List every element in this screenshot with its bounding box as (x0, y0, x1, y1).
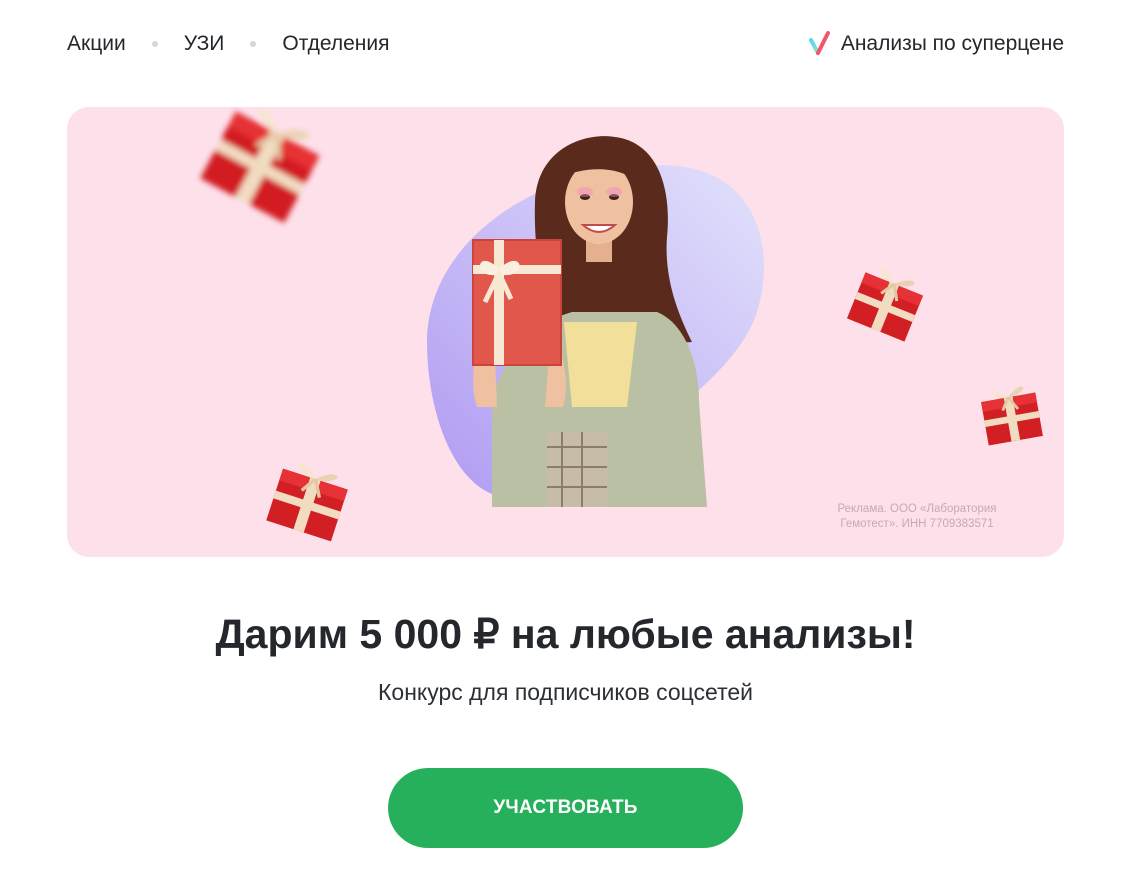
nav-links: Акции УЗИ Отделения (67, 26, 389, 62)
participate-button[interactable]: УЧАСТВОВАТЬ (388, 768, 743, 848)
promo-link-label[interactable]: Анализы по суперцене (841, 26, 1064, 62)
top-navigation: Акции УЗИ Отделения Анализы по суперцене (67, 26, 1064, 62)
ad-disclaimer: Реклама. ООО «Лаборатория Гемотест». ИНН… (812, 502, 1022, 532)
nav-link-ultrasound[interactable]: УЗИ (184, 26, 225, 62)
ad-disclaimer-line: Реклама. ООО «Лаборатория (837, 503, 997, 515)
check-mark-logo-icon (808, 31, 830, 55)
nav-separator-dot (250, 41, 257, 47)
promo-headline: Дарим 5 000 ₽ на любые анализы! (215, 611, 916, 657)
promo-banner[interactable]: Реклама. ООО «Лаборатория Гемотест». ИНН… (67, 107, 1064, 557)
nav-link-promotions[interactable]: Акции (67, 26, 126, 62)
nav-link-departments[interactable]: Отделения (282, 26, 389, 62)
nav-separator-dot (151, 41, 158, 47)
banner-illustration (67, 107, 1045, 544)
promo-nav-link[interactable]: Анализы по суперцене (808, 26, 1064, 62)
ad-disclaimer-line: Гемотест». ИНН 7709383571 (840, 518, 994, 530)
promo-subheadline: Конкурс для подписчиков соцсетей (378, 679, 753, 705)
